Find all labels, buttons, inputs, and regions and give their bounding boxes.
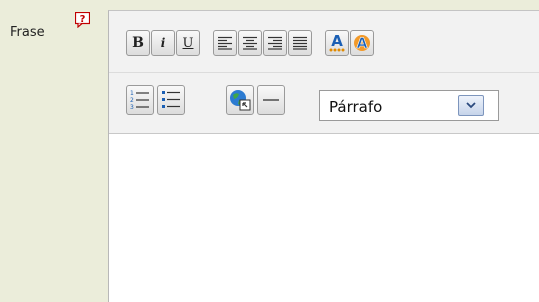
horizontal-rule-icon (262, 97, 280, 103)
unordered-list-icon (161, 89, 181, 111)
horizontal-rule-button[interactable] (257, 85, 285, 115)
bold-button[interactable]: B (126, 30, 150, 56)
align-center-icon (242, 36, 258, 50)
svg-text:3: 3 (130, 104, 134, 111)
align-right-icon (267, 36, 283, 50)
align-left-icon (217, 36, 233, 50)
highlight-color-icon: A (352, 33, 372, 53)
unordered-list-button[interactable] (157, 85, 185, 115)
ordered-list-button[interactable]: 123 (126, 85, 154, 115)
align-center-button[interactable] (238, 30, 262, 56)
align-left-button[interactable] (213, 30, 237, 56)
field-label: Frase (10, 25, 45, 40)
align-justify-button[interactable] (288, 30, 312, 56)
svg-text:1: 1 (130, 90, 134, 97)
ordered-list-icon: 123 (130, 89, 150, 111)
rich-text-editor: B i U A A 1 2 3 Párrafo (108, 10, 539, 302)
svg-text:A: A (357, 36, 368, 52)
format-select-value: Párrafo (329, 98, 383, 116)
chevron-down-icon[interactable] (458, 95, 484, 116)
underline-label: U (182, 35, 194, 51)
align-right-button[interactable] (263, 30, 287, 56)
svg-text:2: 2 (130, 97, 134, 104)
help-question-icon[interactable]: ? (74, 11, 91, 29)
format-select[interactable]: Párrafo (319, 90, 499, 121)
svg-text:?: ? (80, 14, 86, 25)
svg-text:A: A (331, 33, 343, 50)
insert-link-button[interactable] (226, 85, 254, 115)
editor-content-area[interactable] (109, 134, 539, 302)
insert-link-icon (229, 89, 251, 111)
bold-label: B (132, 35, 144, 51)
text-color-button[interactable]: A (325, 30, 349, 56)
align-justify-icon (292, 36, 308, 50)
text-color-icon: A (328, 33, 346, 53)
italic-label: i (160, 36, 166, 50)
italic-button[interactable]: i (151, 30, 175, 56)
editor-toolbar: B i U A A 1 2 3 Párrafo (109, 11, 539, 134)
highlight-color-button[interactable]: A (350, 30, 374, 56)
underline-button[interactable]: U (176, 30, 200, 56)
